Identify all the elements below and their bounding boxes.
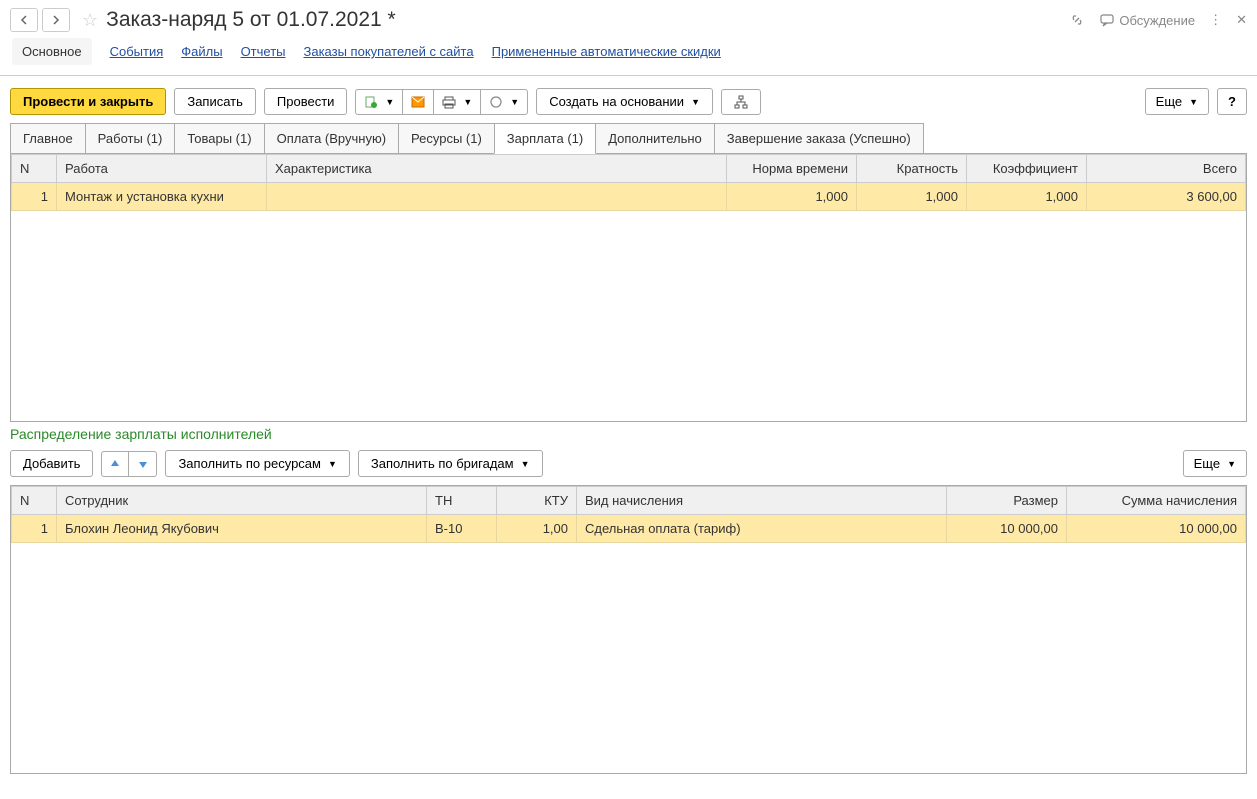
nav-tab-reports[interactable]: Отчеты [241, 44, 286, 65]
col-type[interactable]: Вид начисления [577, 487, 947, 515]
salary-more-button[interactable]: Еще▼ [1183, 450, 1247, 477]
salary-section-title: Распределение зарплаты исполнителей [0, 422, 1257, 446]
favorite-icon[interactable]: ☆ [82, 10, 98, 31]
print-icon-button[interactable]: ▼ [434, 89, 481, 115]
nav-tab-files[interactable]: Файлы [181, 44, 222, 65]
table-row[interactable]: 1 Блохин Леонид Якубович В-10 1,00 Сдель… [12, 515, 1246, 543]
icon-button-group: ▼ ▼ ▼ [355, 89, 528, 115]
move-up-button[interactable] [101, 451, 129, 477]
col-n2[interactable]: N [12, 487, 57, 515]
back-button[interactable] [10, 8, 38, 32]
nav-tab-events[interactable]: События [110, 44, 164, 65]
table-row[interactable]: 1 Монтаж и установка кухни 1,000 1,000 1… [12, 183, 1246, 211]
col-norm[interactable]: Норма времени [727, 155, 857, 183]
tab-completion[interactable]: Завершение заказа (Успешно) [714, 123, 924, 154]
add-button[interactable]: Добавить [10, 450, 93, 477]
page-title: Заказ-наряд 5 от 01.07.2021 * [106, 8, 1069, 32]
tab-payment[interactable]: Оплата (Вручную) [264, 123, 399, 154]
document-icon-button[interactable]: ▼ [355, 89, 403, 115]
tab-additional[interactable]: Дополнительно [595, 123, 715, 154]
help-button[interactable]: ? [1217, 88, 1247, 115]
doc-tabs: Главное Работы (1) Товары (1) Оплата (Вр… [0, 123, 1257, 154]
salary-table-empty-area[interactable] [11, 543, 1246, 773]
tab-works[interactable]: Работы (1) [85, 123, 176, 154]
move-down-button[interactable] [129, 451, 157, 477]
col-tn[interactable]: ТН [427, 487, 497, 515]
more-button[interactable]: Еще▼ [1145, 88, 1209, 115]
post-button[interactable]: Провести [264, 88, 348, 115]
col-total[interactable]: Всего [1087, 155, 1246, 183]
col-mult[interactable]: Кратность [857, 155, 967, 183]
nav-tab-orders[interactable]: Заказы покупателей с сайта [304, 44, 474, 65]
col-ktu[interactable]: КТУ [497, 487, 577, 515]
tab-main[interactable]: Главное [10, 123, 86, 154]
post-close-button[interactable]: Провести и закрыть [10, 88, 166, 115]
col-emp[interactable]: Сотрудник [57, 487, 427, 515]
nav-tabs: Основное События Файлы Отчеты Заказы пок… [0, 40, 1257, 75]
structure-icon-button[interactable] [721, 89, 761, 115]
stamp-icon-button[interactable]: ▼ [481, 89, 528, 115]
col-size[interactable]: Размер [947, 487, 1067, 515]
salary-table[interactable]: N Сотрудник ТН КТУ Вид начисления Размер… [11, 486, 1246, 543]
kebab-menu-icon[interactable]: ⋮ [1209, 12, 1222, 28]
fill-resources-button[interactable]: Заполнить по ресурсам▼ [165, 450, 349, 477]
close-icon[interactable]: ✕ [1236, 12, 1247, 28]
fill-brigades-button[interactable]: Заполнить по бригадам▼ [358, 450, 543, 477]
col-coef[interactable]: Коэффициент [967, 155, 1087, 183]
col-char[interactable]: Характеристика [267, 155, 727, 183]
link-icon[interactable] [1069, 12, 1085, 28]
mail-icon-button[interactable] [403, 89, 434, 115]
col-work[interactable]: Работа [57, 155, 267, 183]
tab-goods[interactable]: Товары (1) [174, 123, 264, 154]
tab-salary[interactable]: Зарплата (1) [494, 123, 596, 154]
save-button[interactable]: Записать [174, 88, 256, 115]
col-n[interactable]: N [12, 155, 57, 183]
nav-tab-discounts[interactable]: Примененные автоматические скидки [492, 44, 721, 65]
forward-button[interactable] [42, 8, 70, 32]
create-based-button[interactable]: Создать на основании▼ [536, 88, 713, 115]
discussion-button[interactable]: Обсуждение [1099, 12, 1195, 28]
col-sum[interactable]: Сумма начисления [1067, 487, 1246, 515]
works-table[interactable]: N Работа Характеристика Норма времени Кр… [11, 154, 1246, 211]
tab-resources[interactable]: Ресурсы (1) [398, 123, 495, 154]
nav-tab-main[interactable]: Основное [12, 38, 92, 65]
works-table-empty-area[interactable]: Работы [11, 211, 1246, 421]
